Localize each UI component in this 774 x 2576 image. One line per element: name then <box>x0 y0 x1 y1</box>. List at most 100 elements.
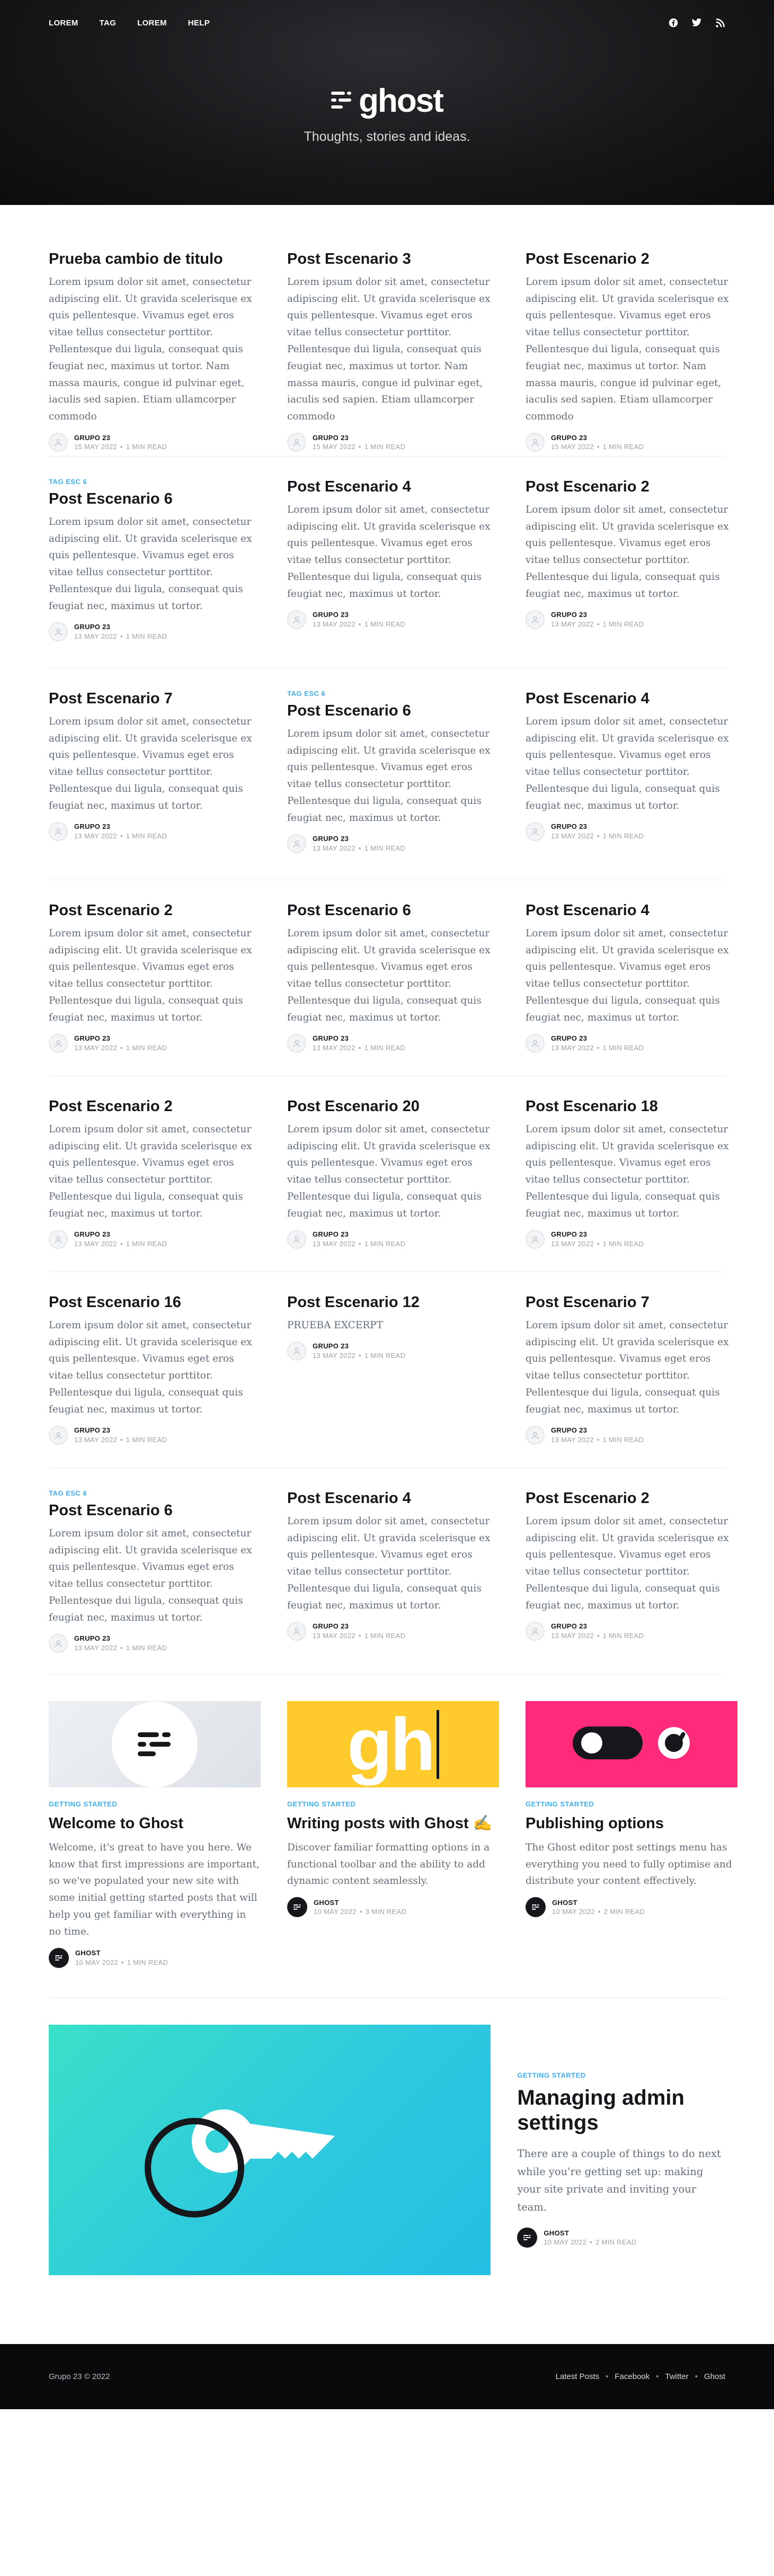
post-title[interactable]: Post Escenario 6 <box>49 1501 261 1520</box>
post-title[interactable]: Post Escenario 2 <box>526 250 737 269</box>
author-name[interactable]: GRUPO 23 <box>313 1230 405 1239</box>
author-avatar[interactable] <box>287 834 306 853</box>
author-avatar[interactable] <box>287 1897 307 1918</box>
author-avatar[interactable] <box>49 1947 69 1968</box>
post-title[interactable]: Post Escenario 12 <box>287 1293 499 1312</box>
post-card[interactable]: TAG ESC 6 Post Escenario 6 Lorem ipsum dol… <box>49 1489 261 1674</box>
author-name[interactable]: GRUPO 23 <box>551 1426 644 1435</box>
post-title[interactable]: Prueba cambio de titulo <box>49 250 261 269</box>
author-avatar[interactable] <box>287 1621 306 1641</box>
post-card[interactable]: Post Escenario 2 Lorem ipsum dolor sit am… <box>49 901 261 1076</box>
author-avatar[interactable] <box>49 433 68 452</box>
post-title[interactable]: Post Escenario 2 <box>49 1097 261 1116</box>
post-card[interactable]: Post Escenario 4 Lorem ipsum dolor sit am… <box>287 1489 499 1674</box>
post-card[interactable]: Post Escenario 2 Lorem ipsum dolor sit am… <box>526 250 737 456</box>
post-card[interactable]: Post Escenario 4 Lorem ipsum dolor sit am… <box>526 901 737 1076</box>
post-card[interactable]: Post Escenario 2 Lorem ipsum dolor sit am… <box>526 478 737 668</box>
feature-image-welcome[interactable] <box>49 1701 261 1787</box>
post-tag[interactable]: TAG ESC 6 <box>49 478 261 486</box>
post-tag[interactable]: GETTING STARTED <box>517 2071 725 2079</box>
author-name[interactable]: GHOST <box>75 1948 168 1958</box>
nav-link-lorem[interactable]: LOREM <box>49 19 78 28</box>
feature-card-welcome[interactable]: GETTING STARTED Welcome to Ghost Welcome… <box>49 1701 261 1968</box>
author-name[interactable]: GRUPO 23 <box>74 1230 167 1239</box>
post-title[interactable]: Post Escenario 4 <box>287 478 499 496</box>
post-card[interactable]: Post Escenario 2 Lorem ipsum dolor sit am… <box>526 1489 737 1674</box>
post-title[interactable]: Post Escenario 2 <box>49 901 261 920</box>
footer-link-latest-posts[interactable]: Latest Posts <box>556 2372 600 2381</box>
post-card[interactable]: Post Escenario 16 Lorem ipsum dolor sit a… <box>49 1293 261 1468</box>
post-title[interactable]: Post Escenario 6 <box>287 702 499 720</box>
post-card[interactable]: Post Escenario 6 Lorem ipsum dolor sit am… <box>287 901 499 1076</box>
nav-link-help[interactable]: HELP <box>188 19 210 28</box>
author-avatar[interactable] <box>526 1229 545 1249</box>
author-name[interactable]: GRUPO 23 <box>74 1634 167 1643</box>
author-avatar[interactable] <box>526 1425 545 1445</box>
feature-image-publishing[interactable] <box>526 1701 737 1787</box>
site-logo[interactable]: ghost <box>331 85 444 118</box>
author-avatar[interactable] <box>287 1033 306 1053</box>
post-title[interactable]: Post Escenario 4 <box>287 1489 499 1508</box>
author-name[interactable]: GRUPO 23 <box>313 610 405 620</box>
post-tag[interactable]: TAG ESC 6 <box>287 690 499 697</box>
post-title[interactable]: Post Escenario 4 <box>526 690 737 708</box>
feature-card-writing[interactable]: gh GETTING STARTED Writing posts with Gh… <box>287 1701 499 1968</box>
author-avatar[interactable] <box>49 1425 68 1445</box>
author-name[interactable]: GHOST <box>552 1898 645 1908</box>
author-name[interactable]: GRUPO 23 <box>313 1622 405 1631</box>
author-name[interactable]: GRUPO 23 <box>551 433 644 443</box>
author-avatar[interactable] <box>526 821 545 841</box>
author-avatar[interactable] <box>287 1341 306 1361</box>
author-avatar[interactable] <box>49 821 68 841</box>
post-card[interactable]: TAG ESC 6 Post Escenario 6 Lorem ipsum dol… <box>287 690 499 880</box>
author-name[interactable]: GRUPO 23 <box>313 834 405 844</box>
author-name[interactable]: GRUPO 23 <box>313 1341 405 1351</box>
author-name[interactable]: GRUPO 23 <box>74 433 167 443</box>
post-title[interactable]: Post Escenario 16 <box>49 1293 261 1312</box>
author-name[interactable]: GRUPO 23 <box>313 433 405 443</box>
author-avatar[interactable] <box>517 2228 538 2248</box>
post-title[interactable]: Post Escenario 6 <box>49 490 261 508</box>
author-name[interactable]: GRUPO 23 <box>313 1034 405 1043</box>
post-tag[interactable]: GETTING STARTED <box>49 1800 261 1808</box>
post-card[interactable]: Post Escenario 20 Lorem ipsum dolor sit a… <box>287 1097 499 1272</box>
feature-image-admin[interactable] <box>49 2024 491 2275</box>
post-tag[interactable]: GETTING STARTED <box>287 1800 499 1808</box>
post-title[interactable]: Writing posts with Ghost ✍️ <box>287 1814 499 1833</box>
post-title[interactable]: Post Escenario 7 <box>526 1293 737 1312</box>
author-name[interactable]: GRUPO 23 <box>551 610 644 620</box>
post-title[interactable]: Post Escenario 18 <box>526 1097 737 1116</box>
post-card[interactable]: Post Escenario 4 Lorem ipsum dolor sit am… <box>526 690 737 880</box>
author-avatar[interactable] <box>526 433 545 452</box>
author-avatar[interactable] <box>287 1229 306 1249</box>
post-card[interactable]: Post Escenario 7 Lorem ipsum dolor sit am… <box>49 690 261 880</box>
author-avatar[interactable] <box>526 610 545 629</box>
post-title[interactable]: Post Escenario 3 <box>287 250 499 269</box>
author-avatar[interactable] <box>49 622 68 641</box>
author-avatar[interactable] <box>287 433 306 452</box>
post-title[interactable]: Publishing options <box>526 1814 737 1833</box>
post-card[interactable]: Post Escenario 7 Lorem ipsum dolor sit am… <box>526 1293 737 1468</box>
footer-link-twitter[interactable]: Twitter <box>665 2372 689 2381</box>
author-name[interactable]: GRUPO 23 <box>74 1034 167 1043</box>
author-avatar[interactable] <box>526 1621 545 1641</box>
author-name[interactable]: GRUPO 23 <box>551 1622 644 1631</box>
feature-card-publishing[interactable]: GETTING STARTED Publishing options The G… <box>526 1701 737 1968</box>
author-name[interactable]: GHOST <box>314 1898 406 1908</box>
post-card[interactable]: Post Escenario 2 Lorem ipsum dolor sit am… <box>49 1097 261 1272</box>
post-card[interactable]: TAG ESC 6 Post Escenario 6 Lorem ipsum dol… <box>49 478 261 668</box>
post-card[interactable]: Post Escenario 4 Lorem ipsum dolor sit am… <box>287 478 499 668</box>
post-title[interactable]: Post Escenario 20 <box>287 1097 499 1116</box>
nav-link-lorem-2[interactable]: LOREM <box>137 19 167 28</box>
author-name[interactable]: GHOST <box>544 2229 636 2238</box>
author-name[interactable]: GRUPO 23 <box>74 622 167 632</box>
post-card[interactable]: Post Escenario 3 Lorem ipsum dolor sit am… <box>287 250 499 456</box>
author-name[interactable]: GRUPO 23 <box>551 1230 644 1239</box>
author-avatar[interactable] <box>49 1633 68 1653</box>
facebook-icon[interactable] <box>668 17 679 28</box>
post-title[interactable]: Post Escenario 6 <box>287 901 499 920</box>
rss-icon[interactable] <box>715 17 725 28</box>
post-card[interactable]: Post Escenario 18 Lorem ipsum dolor sit a… <box>526 1097 737 1272</box>
post-tag[interactable]: TAG ESC 6 <box>49 1489 261 1497</box>
author-avatar[interactable] <box>526 1897 546 1918</box>
